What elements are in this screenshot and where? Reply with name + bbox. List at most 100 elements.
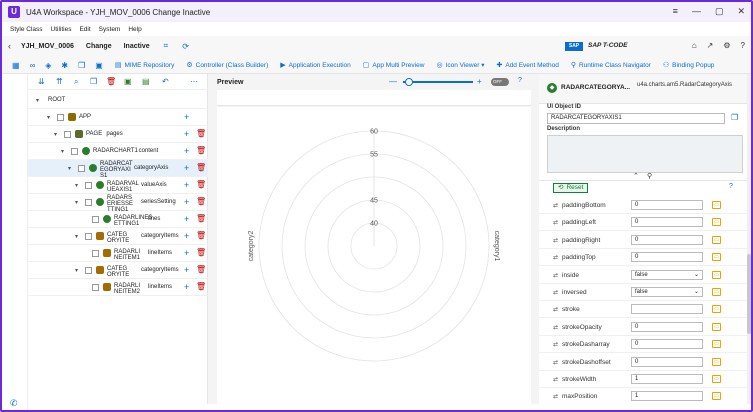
menu-help[interactable]: Help — [128, 26, 141, 33]
layout-icon[interactable]: ▦ — [12, 61, 20, 70]
pin-icon[interactable]: ⚲ — [647, 172, 652, 180]
zoom-in-icon[interactable]: + — [477, 77, 482, 86]
settings-icon[interactable]: ⚙ — [723, 41, 730, 50]
delete-node-icon[interactable]: 🗑 — [196, 146, 206, 155]
tree-node-checkbox[interactable] — [92, 216, 99, 223]
delete-node-icon[interactable]: 🗑 — [196, 163, 206, 172]
tree-row[interactable]: ▾ ROOT — [28, 92, 208, 109]
delete-node-icon[interactable]: 🗑 — [196, 214, 206, 223]
copy-icon[interactable]: ❐ — [78, 61, 85, 70]
binding-icon[interactable]: ▭ — [712, 322, 721, 331]
property-input[interactable]: 0 — [631, 234, 703, 245]
scrollbar-thumb[interactable] — [747, 254, 751, 334]
glasses-icon[interactable]: ⌗ — [164, 41, 169, 51]
properties-scrollbar[interactable] — [747, 74, 751, 404]
add-child-icon[interactable]: + — [184, 248, 189, 258]
expand-caret-icon[interactable]: ▾ — [54, 131, 57, 138]
preview-toggle[interactable]: OFF — [491, 78, 509, 86]
add-child-icon[interactable]: + — [184, 214, 189, 224]
delete-node-icon[interactable]: 🗑 — [196, 180, 206, 189]
menu-system[interactable]: System — [99, 26, 121, 33]
binding-icon[interactable]: ▭ — [712, 235, 721, 244]
binding-icon[interactable]: ▭ — [712, 340, 721, 349]
undo-icon[interactable]: ↶ — [162, 77, 169, 86]
reset-button[interactable]: ⟲ Reset — [553, 183, 589, 193]
runtime-navigator-button[interactable]: ⚲ Runtime Class Navigator — [571, 61, 651, 70]
add-child-icon[interactable]: + — [184, 265, 189, 275]
binding-icon[interactable]: ▭ — [712, 288, 721, 296]
delete-icon[interactable]: 🗑 — [106, 77, 116, 86]
add-child-icon[interactable]: + — [184, 180, 189, 190]
delete-node-icon[interactable]: 🗑 — [196, 282, 206, 291]
tree-node-checkbox[interactable] — [92, 284, 99, 291]
binding-icon[interactable]: ▭ — [712, 357, 721, 366]
property-input[interactable]: 0 — [631, 200, 703, 210]
property-select[interactable]: false ⌄ — [631, 287, 703, 297]
multi-preview-button[interactable]: ▢ App Multi Preview — [363, 61, 425, 70]
close-icon[interactable]: ✕ — [737, 6, 745, 17]
property-input[interactable]: 1 — [631, 391, 703, 402]
binding-icon[interactable]: ▭ — [712, 375, 721, 383]
expand-caret-icon[interactable]: ▾ — [75, 199, 78, 206]
app-execution-button[interactable]: ▶ Application Execution — [280, 61, 351, 70]
tree-node-checkbox[interactable] — [85, 233, 92, 240]
property-input[interactable]: 0 — [631, 217, 703, 228]
property-input[interactable]: 0 — [631, 321, 703, 332]
tree-node-checkbox[interactable] — [85, 182, 92, 189]
collapse-all-icon[interactable]: ⇈ — [56, 77, 63, 86]
delete-node-icon[interactable]: 🗑 — [196, 248, 206, 257]
tree-row[interactable]: RADARLI NEITEM2 lineItems + 🗑 — [28, 279, 208, 296]
collapse-icon[interactable]: ⌃ — [633, 172, 639, 180]
expand-caret-icon[interactable]: ▾ — [75, 267, 78, 274]
binding-icon[interactable]: ▭ — [712, 218, 721, 227]
delete-node-icon[interactable]: 🗑 — [196, 197, 206, 206]
paste-icon[interactable]: ▣ — [124, 77, 132, 86]
add-event-button[interactable]: ✚ Add Event Method — [496, 61, 558, 70]
shield-icon[interactable]: ◈ — [45, 61, 51, 70]
tree-node-checkbox[interactable] — [71, 148, 78, 155]
ui-object-id-field[interactable]: RADARCATEGORYAXIS1 — [547, 113, 725, 124]
expand-caret-icon[interactable]: ▾ — [47, 114, 50, 121]
maximize-icon[interactable]: ▢ — [715, 6, 724, 17]
back-icon[interactable]: ‹ — [8, 41, 11, 51]
zoom-slider-handle[interactable] — [405, 78, 413, 86]
zoom-slider[interactable] — [403, 81, 473, 83]
binding-icon[interactable]: ▭ — [712, 392, 721, 401]
copy-id-icon[interactable]: ❐ — [731, 113, 738, 122]
menu-style-class[interactable]: Style Class — [10, 26, 43, 33]
hamburger-icon[interactable]: ≡ — [673, 6, 678, 17]
add-child-icon[interactable]: + — [184, 112, 189, 122]
delete-node-icon[interactable]: 🗑 — [196, 129, 206, 138]
menu-utilities[interactable]: Utilities — [51, 26, 72, 33]
binding-icon[interactable]: ▭ — [712, 305, 721, 314]
more-icon[interactable]: ⋯ — [190, 77, 198, 86]
link-icon[interactable]: ∞ — [30, 61, 36, 70]
assistant-icon[interactable]: ✆ — [10, 398, 18, 409]
controller-button[interactable]: ⚙ Controller (Class Builder) — [186, 61, 268, 70]
description-field[interactable] — [547, 135, 743, 173]
tree-row[interactable]: ▾ CATEG ORYITE categoryItems + 🗑 — [28, 262, 208, 279]
expand-caret-icon[interactable]: ▾ — [68, 165, 71, 172]
delete-node-icon[interactable]: 🗑 — [196, 231, 206, 240]
binding-icon[interactable]: ▭ — [712, 270, 721, 279]
tree-row[interactable]: ▾ RADARVAL UEAXIS1 valueAxis + 🗑 — [28, 177, 208, 194]
expand-caret-icon[interactable]: ▾ — [75, 233, 78, 240]
minimize-icon[interactable]: — — [692, 6, 701, 17]
icon-viewer-button[interactable]: ◎ Icon Viewer ▾ — [436, 61, 484, 69]
property-input[interactable]: 0 — [631, 252, 703, 263]
refresh-icon[interactable]: ⟳ — [182, 42, 189, 51]
add-child-icon[interactable]: + — [184, 146, 189, 156]
tree-row[interactable]: RADARLINES ETTING1 lines + 🗑 — [28, 211, 208, 228]
home-icon[interactable]: ⌂ — [692, 41, 697, 50]
tree-node-checkbox[interactable] — [64, 131, 71, 138]
binding-popup-button[interactable]: ⚇ Binding Popup — [663, 61, 715, 70]
expand-caret-icon[interactable]: ▾ — [36, 97, 39, 104]
property-input[interactable]: 1 — [631, 374, 703, 384]
properties-help-icon[interactable]: ? — [729, 183, 733, 190]
tree-node-checkbox[interactable] — [85, 199, 92, 206]
add-child-icon[interactable]: + — [184, 231, 189, 241]
menu-edit[interactable]: Edit — [79, 26, 90, 33]
tree-row[interactable]: ▾ PAGE pages + 🗑 — [28, 126, 208, 143]
search-icon[interactable]: ⌕ — [74, 77, 78, 87]
delete-node-icon[interactable]: 🗑 — [196, 265, 206, 274]
